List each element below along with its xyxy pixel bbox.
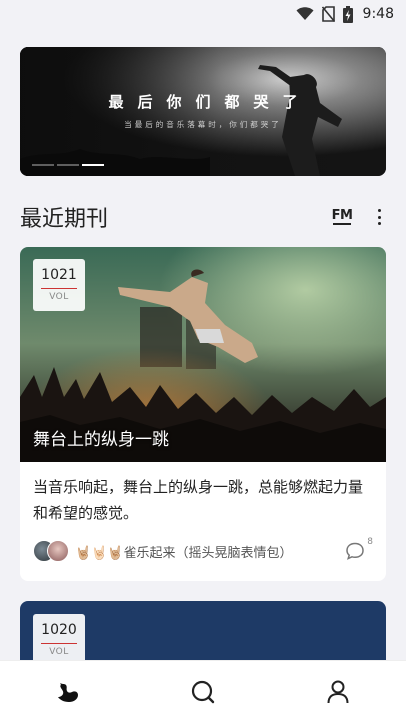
comment-button[interactable]: 8 xyxy=(345,537,373,561)
banner-dot-active[interactable] xyxy=(82,164,104,166)
vol-number: 1021 xyxy=(41,267,77,283)
banner-dot[interactable] xyxy=(32,164,54,166)
fm-underline xyxy=(333,223,351,225)
issue-tagline: 🤘🏼🤘🏻🤘🏼雀乐起来（摇头晃脑表情包） xyxy=(75,545,293,561)
issue-description: 当音乐响起，舞台上的纵身一跳，总能够燃起力量和希望的感觉。 xyxy=(33,478,364,522)
avatar xyxy=(47,540,69,562)
bottom-navigation xyxy=(0,660,406,723)
search-icon xyxy=(191,680,215,704)
fm-label: FM xyxy=(331,208,353,223)
banner-title: 最后你们都哭了 xyxy=(108,93,312,111)
vol-divider xyxy=(41,643,77,644)
section-title: 最近期刊 xyxy=(20,207,109,232)
nav-home[interactable] xyxy=(38,672,98,712)
banner-pagination xyxy=(32,164,104,166)
comment-count: 8 xyxy=(367,537,373,547)
vol-number: 1020 xyxy=(41,622,77,638)
vol-label: VOL xyxy=(49,647,69,657)
issue-card[interactable]: 1021 VOL 舞台上的纵身一跳 当音乐响起，舞台上的纵身一跳，总能够燃起力量… xyxy=(20,247,386,581)
profile-icon xyxy=(327,680,349,704)
vol-badge: 1020 VOL xyxy=(33,614,85,666)
battery-charging-icon xyxy=(342,5,353,23)
comment-icon xyxy=(346,542,365,560)
status-time: 9:48 xyxy=(362,6,394,22)
wifi-icon xyxy=(296,7,314,20)
banner-dot[interactable] xyxy=(57,164,79,166)
nav-search[interactable] xyxy=(173,672,233,712)
vol-label: VOL xyxy=(49,292,69,302)
section-header: 最近期刊 FM xyxy=(20,200,386,234)
issue-title: 舞台上的纵身一跳 xyxy=(33,430,169,450)
more-vertical-icon[interactable] xyxy=(376,209,382,225)
status-bar: 9:48 xyxy=(0,0,406,28)
vol-badge: 1021 VOL xyxy=(33,259,85,311)
issue-cover: 1021 VOL 舞台上的纵身一跳 xyxy=(20,247,386,462)
vol-divider xyxy=(41,288,77,289)
header-actions: FM xyxy=(330,206,386,228)
featured-banner[interactable]: 最后你们都哭了 当最后的音乐落幕时，你们都哭了 xyxy=(20,47,386,176)
nav-profile[interactable] xyxy=(308,672,368,712)
avatar-group[interactable] xyxy=(33,540,69,562)
fm-icon[interactable]: FM xyxy=(330,206,354,228)
home-swan-icon xyxy=(57,683,78,702)
no-sim-icon xyxy=(321,6,335,22)
issue-meta: 🤘🏼🤘🏻🤘🏼雀乐起来（摇头晃脑表情包） 8 xyxy=(33,537,373,563)
banner-subtitle: 当最后的音乐落幕时，你们都哭了 xyxy=(124,120,282,129)
